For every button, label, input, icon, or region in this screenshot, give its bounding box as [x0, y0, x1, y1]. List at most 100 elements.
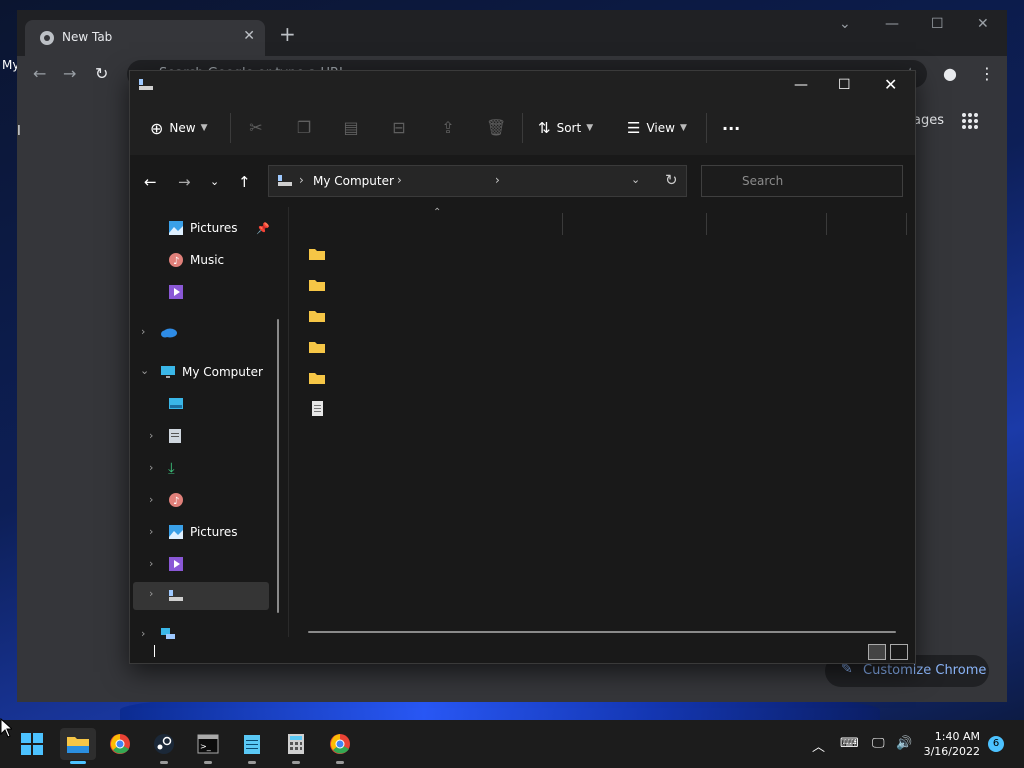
chrome-tab-new-tab[interactable]: New Tab ✕ [25, 20, 265, 56]
nav-item-pictures[interactable]: Pictures [168, 519, 238, 545]
nav-item-desktop[interactable] [168, 391, 184, 417]
breadcrumb-chevron-icon[interactable]: › [397, 173, 402, 187]
recent-locations-icon[interactable]: ⌄ [210, 175, 219, 188]
column-divider[interactable] [826, 213, 827, 235]
volume-icon[interactable]: 🔊 [896, 736, 912, 751]
minimize-icon[interactable]: — [794, 77, 808, 93]
nav-item-network[interactable] [160, 621, 176, 647]
terminal-icon: >_ [197, 734, 219, 754]
tab-search-icon[interactable]: ⌄ [839, 16, 851, 32]
nav-item-music-2[interactable]: ♪ [168, 487, 184, 513]
large-icons-view-icon[interactable] [890, 644, 908, 660]
taskbar-file-explorer[interactable] [60, 728, 96, 764]
back-arrow-icon[interactable]: ← [33, 64, 46, 83]
chevron-right-icon[interactable]: › [141, 627, 145, 640]
profile-icon[interactable]: ● [943, 64, 957, 83]
column-divider[interactable] [706, 213, 707, 235]
taskbar-terminal[interactable]: >_ [192, 728, 224, 764]
delete-icon[interactable]: 🗑 [486, 119, 506, 137]
sort-button[interactable]: ⇅ Sort ▼ [538, 115, 593, 141]
chevron-right-icon[interactable]: › [149, 525, 153, 538]
breadcrumb-my-computer[interactable]: My Computer [313, 174, 394, 188]
refresh-icon[interactable]: ↻ [665, 171, 678, 189]
chevron-right-icon[interactable]: › [149, 493, 153, 506]
running-indicator [204, 761, 212, 764]
chevron-right-icon[interactable]: › [149, 557, 153, 570]
paste-icon[interactable]: ▤ [342, 119, 360, 137]
network-icon[interactable]: 🖵 [872, 736, 885, 751]
chevron-right-icon[interactable]: › [149, 461, 153, 474]
images-link[interactable]: ages [913, 113, 944, 128]
chrome-menu-icon[interactable]: ⋮ [979, 64, 995, 83]
nav-pane-scrollbar[interactable] [277, 319, 279, 613]
taskbar-chrome-2[interactable] [324, 728, 356, 764]
show-hidden-icons-chevron-icon[interactable]: ︿ [812, 736, 825, 755]
nav-item-music[interactable]: ♪ Music [168, 247, 224, 273]
chevron-right-icon[interactable]: › [149, 429, 153, 442]
folder-icon[interactable] [308, 370, 326, 386]
share-icon[interactable]: ⇪ [439, 119, 457, 137]
address-bar[interactable]: › My Computer › › ⌄ ↻ [268, 165, 687, 197]
back-arrow-icon[interactable]: ← [144, 173, 157, 191]
breadcrumb-chevron-icon[interactable]: › [495, 173, 500, 187]
cut-icon[interactable]: ✂ [247, 119, 265, 137]
column-divider[interactable] [562, 213, 563, 235]
nav-item-videos[interactable] [168, 279, 184, 305]
nav-item-my-computer[interactable]: My Computer [160, 359, 263, 385]
forward-arrow-icon[interactable]: → [178, 173, 191, 191]
maximize-icon[interactable]: ☐ [931, 16, 944, 32]
details-view-icon[interactable] [868, 644, 886, 660]
apps-grid-icon[interactable] [961, 112, 979, 130]
start-button[interactable] [16, 728, 48, 760]
reload-icon[interactable]: ↻ [95, 64, 108, 83]
nav-item-pictures-pinned[interactable]: Pictures 📌 [168, 215, 270, 241]
folder-icon[interactable] [308, 246, 326, 262]
document-file-icon[interactable] [308, 401, 326, 417]
explorer-titlebar[interactable]: — ☐ ✕ [130, 71, 915, 101]
folder-icon[interactable] [308, 308, 326, 324]
chevron-down-icon[interactable]: ⌄ [631, 173, 640, 186]
taskbar-steam[interactable] [148, 728, 180, 764]
see-more-button[interactable]: ··· [722, 115, 740, 141]
chevron-down-icon[interactable]: ⌄ [140, 364, 149, 377]
music-icon: ♪ [169, 253, 183, 267]
running-indicator [292, 761, 300, 764]
column-divider[interactable] [906, 213, 907, 235]
chevron-right-icon[interactable]: › [141, 325, 145, 338]
notification-badge[interactable]: 6 [988, 736, 1004, 752]
new-button[interactable]: ⊕ New ▼ [150, 115, 208, 141]
pin-icon[interactable]: 📌 [256, 222, 270, 235]
folder-icon [67, 737, 89, 753]
nav-item-onedrive[interactable] [160, 319, 178, 345]
view-button[interactable]: ☰ View ▼ [627, 115, 687, 141]
nav-item-documents[interactable] [168, 423, 182, 449]
close-icon[interactable]: ✕ [977, 16, 989, 32]
nav-item-downloads[interactable]: ⤓ [168, 455, 175, 481]
clock[interactable]: 1:40 AM 3/16/2022 [918, 729, 980, 759]
rename-icon[interactable]: ⊟ [390, 119, 408, 137]
keyboard-icon[interactable]: ⌨ [840, 736, 859, 751]
taskbar-notepad[interactable] [236, 728, 268, 764]
new-tab-button[interactable]: + [279, 24, 296, 44]
taskbar-chrome[interactable] [104, 728, 136, 760]
nav-item-local-disk[interactable] [168, 583, 184, 609]
maximize-icon[interactable]: ☐ [838, 77, 851, 93]
steam-logo-icon [154, 734, 174, 754]
close-icon[interactable]: ✕ [884, 75, 897, 94]
sort-ascending-icon[interactable]: ⌃ [433, 207, 441, 218]
folder-icon[interactable] [308, 339, 326, 355]
horizontal-scrollbar[interactable] [308, 631, 896, 633]
chevron-right-icon[interactable]: › [149, 587, 153, 600]
svg-text:>_: >_ [200, 742, 212, 751]
forward-arrow-icon[interactable]: → [63, 64, 76, 83]
copy-icon[interactable]: ❐ [295, 119, 313, 137]
taskbar-calculator[interactable] [280, 728, 312, 764]
minimize-icon[interactable]: — [885, 16, 899, 32]
search-input[interactable]: Search [701, 165, 903, 197]
pane-separator[interactable] [288, 207, 289, 637]
up-arrow-icon[interactable]: ↑ [238, 173, 251, 191]
close-tab-icon[interactable]: ✕ [243, 28, 255, 44]
nav-item-videos-2[interactable] [168, 551, 184, 577]
running-indicator [336, 761, 344, 764]
folder-icon[interactable] [308, 277, 326, 293]
